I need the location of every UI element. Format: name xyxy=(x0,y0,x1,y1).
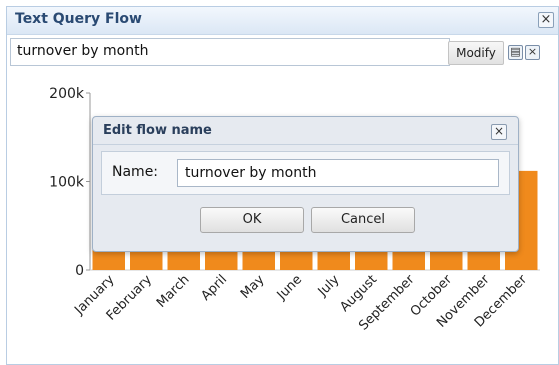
x-tick-label: June xyxy=(274,272,305,303)
y-tick-label: 200k xyxy=(49,86,85,102)
ok-button[interactable]: OK xyxy=(200,207,304,233)
x-tick-label: July xyxy=(315,272,343,300)
name-label: Name: xyxy=(112,164,159,180)
y-tick-label: 100k xyxy=(49,175,85,191)
dialog-body: Name: turnover by month xyxy=(101,151,510,195)
x-tick-label: May xyxy=(238,272,268,302)
name-value: turnover by month xyxy=(185,165,317,181)
y-tick-group: 0 100k 200k xyxy=(49,86,90,279)
edit-flow-name-dialog: Edit flow name × Name: turnover by month… xyxy=(92,116,519,252)
cancel-button[interactable]: Cancel xyxy=(311,207,415,233)
dialog-header: Edit flow name × xyxy=(93,117,518,145)
name-input[interactable]: turnover by month xyxy=(177,159,499,187)
x-tick-group: JanuaryFebruaryMarch April May June JulyAugu… xyxy=(71,272,530,334)
dialog-title: Edit flow name xyxy=(103,123,212,138)
close-icon[interactable]: × xyxy=(491,124,507,140)
x-tick-label: April xyxy=(198,272,230,304)
y-tick-label: 0 xyxy=(75,263,84,279)
x-tick-label: March xyxy=(154,272,193,311)
